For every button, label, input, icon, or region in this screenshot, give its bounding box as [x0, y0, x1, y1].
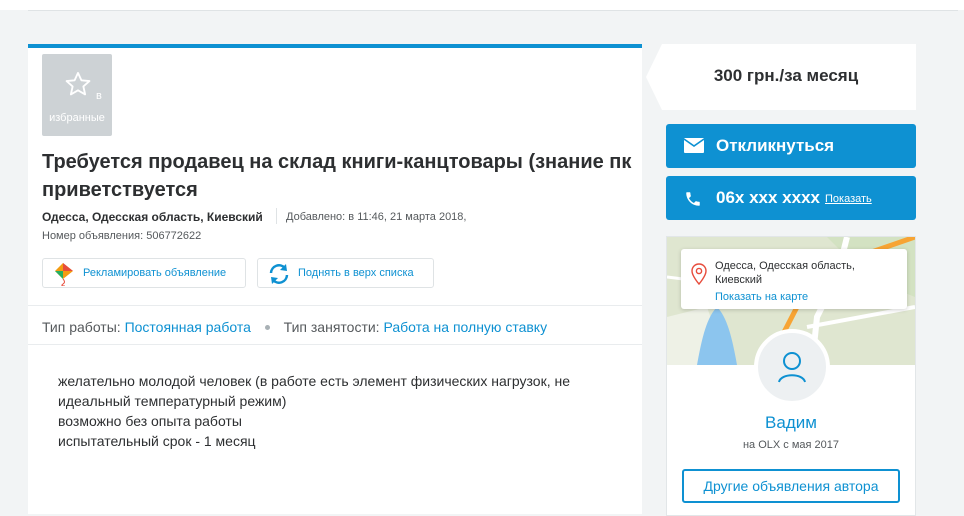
description: желательно молодой человек (в работе ест…	[58, 371, 598, 451]
respond-button[interactable]: Откликнуться	[666, 124, 916, 168]
avatar[interactable]	[754, 329, 830, 405]
mail-icon	[683, 138, 705, 158]
phone-number: 06x xxx xxxx	[716, 188, 820, 207]
advertise-label: Рекламировать объявление	[83, 267, 227, 279]
user-icon	[778, 352, 806, 383]
price-box: 300 грн./за месяц	[646, 44, 916, 110]
listing-title: Требуется продавец на склад книги-канцто…	[42, 151, 632, 201]
listing-added-date: Добавлено: в 11:46, 21 марта 2018,	[286, 211, 467, 223]
param-label: Тип работы:	[42, 319, 121, 335]
show-phone-link[interactable]: Показать	[825, 193, 872, 205]
favorite-label: избранные	[49, 112, 105, 124]
separator-dot	[264, 324, 270, 330]
phone-button[interactable]: 06x xxx xxxx Показать	[666, 176, 916, 220]
listing-number: Номер объявления: 506772622	[42, 230, 202, 242]
description-line: возможно без опыта работы	[58, 413, 242, 429]
description-line: желательно молодой человек (в работе ест…	[58, 373, 570, 389]
map-address-box: Одесса, Одесская область, Киевский Показ…	[681, 249, 907, 309]
map-pin-icon	[691, 263, 707, 290]
show-on-map-link[interactable]: Показать на карте	[715, 291, 808, 303]
top-strip	[0, 0, 964, 10]
description-line: испытательный срок - 1 месяц	[58, 433, 256, 449]
param-value-employment[interactable]: Работа на полную ставку	[383, 319, 547, 335]
divider	[28, 10, 958, 11]
kite-icon	[51, 262, 77, 289]
favorite-prefix: в	[96, 90, 102, 102]
divider	[276, 208, 277, 224]
phone-icon	[684, 190, 702, 213]
author-name[interactable]: Вадим	[667, 413, 915, 433]
map-address: Одесса, Одесская область, Киевский	[715, 260, 855, 286]
param-value-work-type[interactable]: Постоянная работа	[125, 319, 251, 335]
star-icon	[65, 71, 91, 96]
author-since: на OLX с мая 2017	[742, 439, 840, 451]
divider	[28, 305, 642, 306]
divider	[28, 344, 642, 345]
advertise-button[interactable]: Рекламировать объявление	[42, 258, 246, 288]
other-ads-button[interactable]: Другие объявления автора	[682, 469, 900, 503]
listing-card: в избранные Требуется продавец на склад …	[28, 44, 642, 514]
params-row: Тип работы: Постоянная работа Тип занято…	[42, 319, 547, 335]
listing-location[interactable]: Одесса, Одесская область, Киевский	[42, 210, 263, 224]
raise-label: Поднять в верх списка	[298, 267, 414, 279]
respond-label: Откликнуться	[716, 136, 835, 155]
raise-button[interactable]: Поднять в верх списка	[257, 258, 434, 288]
favorite-button[interactable]: в избранные	[42, 54, 112, 136]
price: 300 грн./за месяц	[713, 66, 859, 85]
refresh-icon	[266, 262, 292, 289]
description-line: идеальный температурный режим)	[58, 393, 287, 409]
author-card: Одесса, Одесская область, Киевский Показ…	[666, 236, 916, 516]
param-label: Тип занятости:	[283, 319, 380, 335]
